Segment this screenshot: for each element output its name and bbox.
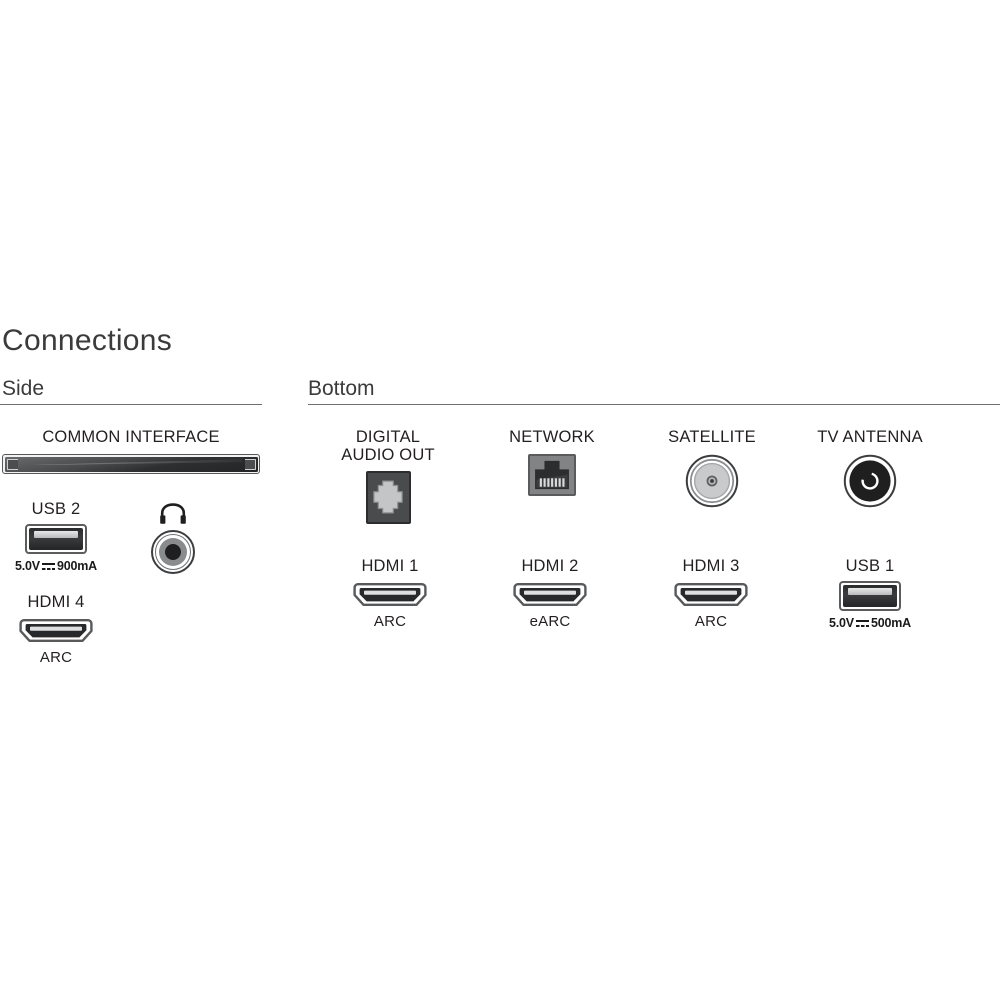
port-digital-audio-out[interactable]: DIGITAL AUDIO OUT <box>318 428 458 524</box>
port-hdmi-1[interactable]: HDMI 1 ARC <box>344 557 436 629</box>
port-sublabel-hdmi-1: ARC <box>373 613 407 631</box>
usb-port-icon[interactable] <box>839 581 901 612</box>
hdmi-port-icon[interactable] <box>19 617 93 644</box>
port-satellite[interactable]: SATELLITE <box>650 428 774 508</box>
port-label-hdmi-2: HDMI 2 <box>521 557 579 575</box>
port-power-current-usb-1: 500mA <box>870 616 911 631</box>
port-label-hdmi-1: HDMI 1 <box>361 557 419 575</box>
port-label-tv-antenna: TV ANTENNA <box>817 428 923 446</box>
hdmi-port-icon[interactable] <box>513 581 587 608</box>
port-power-voltage-usb-1: 5.0V <box>829 616 854 631</box>
port-hdmi-4[interactable]: HDMI 4 ARC <box>10 593 102 665</box>
port-label-usb-2: USB 2 <box>31 500 81 518</box>
rj45-network-port-icon[interactable] <box>528 454 576 497</box>
section-heading-bottom: Bottom <box>308 377 375 400</box>
port-hdmi-3[interactable]: HDMI 3 ARC <box>665 557 757 629</box>
port-power-rating-usb-1: 5.0V 500mA <box>829 617 911 630</box>
port-power-current-usb-2: 900mA <box>56 559 97 574</box>
section-heading-side: Side <box>2 377 45 400</box>
port-network[interactable]: NETWORK <box>490 428 614 497</box>
port-label-usb-1: USB 1 <box>845 557 895 575</box>
port-hdmi-2[interactable]: HDMI 2 eARC <box>504 557 596 629</box>
section-divider-side <box>0 404 262 405</box>
page-title: Connections <box>2 324 173 357</box>
tv-antenna-coax-icon[interactable] <box>843 454 897 508</box>
port-sublabel-hdmi-4: ARC <box>39 649 73 667</box>
port-sublabel-hdmi-2: eARC <box>529 613 571 631</box>
section-divider-bottom <box>308 404 1000 405</box>
port-common-interface[interactable]: COMMON INTERFACE <box>0 428 262 475</box>
port-sublabel-hdmi-3: ARC <box>694 613 728 631</box>
hdmi-port-icon[interactable] <box>674 581 748 608</box>
port-power-rating-usb-2: 5.0V 900mA <box>15 560 97 573</box>
hdmi-port-icon[interactable] <box>353 581 427 608</box>
port-usb-2[interactable]: USB 2 5.0V 900mA <box>10 500 102 573</box>
port-tv-antenna[interactable]: TV ANTENNA <box>808 428 932 508</box>
port-label-network: NETWORK <box>509 428 595 446</box>
port-usb-1[interactable]: USB 1 5.0V 500mA <box>824 557 916 630</box>
headphone-icon <box>160 503 186 524</box>
common-interface-slot-icon[interactable] <box>2 454 260 475</box>
usb-port-icon[interactable] <box>25 524 87 555</box>
port-label-hdmi-4: HDMI 4 <box>27 593 85 611</box>
dc-current-icon <box>855 619 869 628</box>
port-power-voltage-usb-2: 5.0V <box>15 559 40 574</box>
port-label-hdmi-3: HDMI 3 <box>682 557 740 575</box>
port-label-digital-audio-out: DIGITAL AUDIO OUT <box>341 428 435 465</box>
satellite-f-connector-icon[interactable] <box>685 454 739 508</box>
port-label-common-interface: COMMON INTERFACE <box>42 428 220 446</box>
port-label-satellite: SATELLITE <box>668 428 756 446</box>
headphone-jack-icon[interactable] <box>151 530 195 574</box>
optical-audio-port-icon[interactable] <box>365 470 411 524</box>
port-headphone[interactable] <box>148 503 198 574</box>
dc-current-icon <box>41 562 55 571</box>
